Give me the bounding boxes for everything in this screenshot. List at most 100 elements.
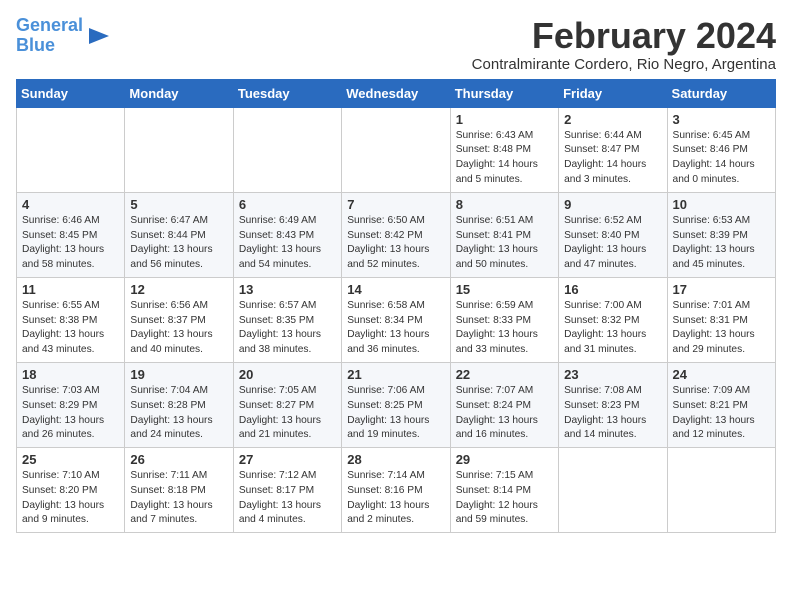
day-cell: 15 Sunrise: 6:59 AM Sunset: 8:33 PM Dayli… bbox=[450, 277, 558, 362]
day-info: Sunrise: 7:14 AM Sunset: 8:16 PM Dayligh… bbox=[347, 469, 444, 528]
week-row-4: 18 Sunrise: 7:03 AM Sunset: 8:29 PM Dayli… bbox=[17, 362, 776, 447]
day-number: 23 bbox=[564, 367, 661, 382]
title-area: February 2024 Contralmirante Cordero, Ri… bbox=[472, 16, 776, 73]
page-header: General Blue February 2024 Contralmirant… bbox=[16, 16, 776, 73]
day-cell: 1 Sunrise: 6:43 AM Sunset: 8:48 PM Daylig… bbox=[450, 107, 558, 192]
weekday-header-row: SundayMondayTuesdayWednesdayThursdayFrid… bbox=[17, 79, 776, 107]
day-cell: 6 Sunrise: 6:49 AM Sunset: 8:43 PM Daylig… bbox=[233, 192, 341, 277]
day-number: 28 bbox=[347, 452, 444, 467]
day-cell: 13Sunrise: 6:57 AM Sunset: 8:35 PM Dayli… bbox=[233, 277, 341, 362]
day-number: 8 bbox=[456, 197, 553, 212]
day-info: Sunrise: 7:12 AM Sunset: 8:17 PM Dayligh… bbox=[239, 469, 336, 528]
location-subtitle: Contralmirante Cordero, Rio Negro, Argen… bbox=[472, 56, 776, 73]
logo-line2: Blue bbox=[16, 35, 55, 55]
day-number: 5 bbox=[130, 197, 227, 212]
day-number: 2 bbox=[564, 112, 661, 127]
day-cell: 16 Sunrise: 7:00 AM Sunset: 8:32 PM Dayli… bbox=[559, 277, 667, 362]
day-cell: 25Sunrise: 7:10 AM Sunset: 8:20 PM Dayli… bbox=[17, 448, 125, 533]
day-number: 22 bbox=[456, 367, 553, 382]
day-number: 20 bbox=[239, 367, 336, 382]
week-row-2: 4 Sunrise: 6:46 AM Sunset: 8:45 PM Daylig… bbox=[17, 192, 776, 277]
day-cell: 8 Sunrise: 6:51 AM Sunset: 8:41 PM Daylig… bbox=[450, 192, 558, 277]
day-cell: 22 Sunrise: 7:07 AM Sunset: 8:24 PM Dayli… bbox=[450, 362, 558, 447]
day-cell: 10Sunrise: 6:53 AM Sunset: 8:39 PM Dayli… bbox=[667, 192, 775, 277]
day-cell: 19 Sunrise: 7:04 AM Sunset: 8:28 PM Dayli… bbox=[125, 362, 233, 447]
day-cell bbox=[233, 107, 341, 192]
week-row-1: 1 Sunrise: 6:43 AM Sunset: 8:48 PM Daylig… bbox=[17, 107, 776, 192]
day-cell: 4 Sunrise: 6:46 AM Sunset: 8:45 PM Daylig… bbox=[17, 192, 125, 277]
day-cell: 3 Sunrise: 6:45 AM Sunset: 8:46 PM Daylig… bbox=[667, 107, 775, 192]
day-info: Sunrise: 6:58 AM Sunset: 8:34 PM Dayligh… bbox=[347, 299, 444, 358]
day-cell: 23 Sunrise: 7:08 AM Sunset: 8:23 PM Dayli… bbox=[559, 362, 667, 447]
day-cell bbox=[342, 107, 450, 192]
logo-line1: General bbox=[16, 15, 83, 35]
day-info: Sunrise: 6:57 AM Sunset: 8:35 PM Dayligh… bbox=[239, 299, 336, 358]
day-cell bbox=[17, 107, 125, 192]
day-number: 9 bbox=[564, 197, 661, 212]
day-number: 15 bbox=[456, 282, 553, 297]
day-cell: 28 Sunrise: 7:14 AM Sunset: 8:16 PM Dayli… bbox=[342, 448, 450, 533]
day-cell: 12Sunrise: 6:56 AM Sunset: 8:37 PM Dayli… bbox=[125, 277, 233, 362]
weekday-header-sunday: Sunday bbox=[17, 79, 125, 107]
day-info: Sunrise: 6:52 AM Sunset: 8:40 PM Dayligh… bbox=[564, 214, 661, 273]
day-info: Sunrise: 6:56 AM Sunset: 8:37 PM Dayligh… bbox=[130, 299, 227, 358]
weekday-header-wednesday: Wednesday bbox=[342, 79, 450, 107]
day-info: Sunrise: 6:44 AM Sunset: 8:47 PM Dayligh… bbox=[564, 129, 661, 188]
day-info: Sunrise: 7:09 AM Sunset: 8:21 PM Dayligh… bbox=[673, 384, 770, 443]
day-number: 6 bbox=[239, 197, 336, 212]
week-row-5: 25Sunrise: 7:10 AM Sunset: 8:20 PM Dayli… bbox=[17, 448, 776, 533]
day-info: Sunrise: 7:03 AM Sunset: 8:29 PM Dayligh… bbox=[22, 384, 119, 443]
day-info: Sunrise: 7:04 AM Sunset: 8:28 PM Dayligh… bbox=[130, 384, 227, 443]
day-info: Sunrise: 7:15 AM Sunset: 8:14 PM Dayligh… bbox=[456, 469, 553, 528]
day-number: 29 bbox=[456, 452, 553, 467]
day-info: Sunrise: 7:08 AM Sunset: 8:23 PM Dayligh… bbox=[564, 384, 661, 443]
weekday-header-monday: Monday bbox=[125, 79, 233, 107]
day-info: Sunrise: 6:46 AM Sunset: 8:45 PM Dayligh… bbox=[22, 214, 119, 273]
day-cell: 18 Sunrise: 7:03 AM Sunset: 8:29 PM Dayli… bbox=[17, 362, 125, 447]
day-info: Sunrise: 7:11 AM Sunset: 8:18 PM Dayligh… bbox=[130, 469, 227, 528]
calendar-table: SundayMondayTuesdayWednesdayThursdayFrid… bbox=[16, 79, 776, 534]
day-cell: 11Sunrise: 6:55 AM Sunset: 8:38 PM Dayli… bbox=[17, 277, 125, 362]
weekday-header-saturday: Saturday bbox=[667, 79, 775, 107]
day-info: Sunrise: 6:53 AM Sunset: 8:39 PM Dayligh… bbox=[673, 214, 770, 273]
day-info: Sunrise: 7:07 AM Sunset: 8:24 PM Dayligh… bbox=[456, 384, 553, 443]
day-number: 18 bbox=[22, 367, 119, 382]
day-cell: 24 Sunrise: 7:09 AM Sunset: 8:21 PM Dayli… bbox=[667, 362, 775, 447]
day-cell: 2 Sunrise: 6:44 AM Sunset: 8:47 PM Daylig… bbox=[559, 107, 667, 192]
day-cell: 29 Sunrise: 7:15 AM Sunset: 8:14 PM Dayli… bbox=[450, 448, 558, 533]
day-info: Sunrise: 6:45 AM Sunset: 8:46 PM Dayligh… bbox=[673, 129, 770, 188]
day-info: Sunrise: 7:06 AM Sunset: 8:25 PM Dayligh… bbox=[347, 384, 444, 443]
day-number: 27 bbox=[239, 452, 336, 467]
day-cell: 7Sunrise: 6:50 AM Sunset: 8:42 PM Daylig… bbox=[342, 192, 450, 277]
weekday-header-thursday: Thursday bbox=[450, 79, 558, 107]
day-info: Sunrise: 7:01 AM Sunset: 8:31 PM Dayligh… bbox=[673, 299, 770, 358]
logo: General Blue bbox=[16, 16, 113, 56]
day-number: 17 bbox=[673, 282, 770, 297]
day-info: Sunrise: 6:51 AM Sunset: 8:41 PM Dayligh… bbox=[456, 214, 553, 273]
day-cell: 20Sunrise: 7:05 AM Sunset: 8:27 PM Dayli… bbox=[233, 362, 341, 447]
day-number: 4 bbox=[22, 197, 119, 212]
day-number: 14 bbox=[347, 282, 444, 297]
day-info: Sunrise: 7:00 AM Sunset: 8:32 PM Dayligh… bbox=[564, 299, 661, 358]
day-info: Sunrise: 6:50 AM Sunset: 8:42 PM Dayligh… bbox=[347, 214, 444, 273]
day-info: Sunrise: 6:59 AM Sunset: 8:33 PM Dayligh… bbox=[456, 299, 553, 358]
day-number: 26 bbox=[130, 452, 227, 467]
day-number: 19 bbox=[130, 367, 227, 382]
day-number: 21 bbox=[347, 367, 444, 382]
day-info: Sunrise: 6:43 AM Sunset: 8:48 PM Dayligh… bbox=[456, 129, 553, 188]
day-number: 16 bbox=[564, 282, 661, 297]
day-info: Sunrise: 6:49 AM Sunset: 8:43 PM Dayligh… bbox=[239, 214, 336, 273]
weekday-header-friday: Friday bbox=[559, 79, 667, 107]
day-info: Sunrise: 6:47 AM Sunset: 8:44 PM Dayligh… bbox=[130, 214, 227, 273]
day-number: 24 bbox=[673, 367, 770, 382]
day-cell: 5 Sunrise: 6:47 AM Sunset: 8:44 PM Daylig… bbox=[125, 192, 233, 277]
day-info: Sunrise: 6:55 AM Sunset: 8:38 PM Dayligh… bbox=[22, 299, 119, 358]
day-cell: 17 Sunrise: 7:01 AM Sunset: 8:31 PM Dayli… bbox=[667, 277, 775, 362]
day-cell: 14 Sunrise: 6:58 AM Sunset: 8:34 PM Dayli… bbox=[342, 277, 450, 362]
day-cell: 9 Sunrise: 6:52 AM Sunset: 8:40 PM Daylig… bbox=[559, 192, 667, 277]
day-number: 3 bbox=[673, 112, 770, 127]
day-cell: 26 Sunrise: 7:11 AM Sunset: 8:18 PM Dayli… bbox=[125, 448, 233, 533]
day-cell: 21 Sunrise: 7:06 AM Sunset: 8:25 PM Dayli… bbox=[342, 362, 450, 447]
day-number: 1 bbox=[456, 112, 553, 127]
logo-text: General Blue bbox=[16, 16, 83, 56]
